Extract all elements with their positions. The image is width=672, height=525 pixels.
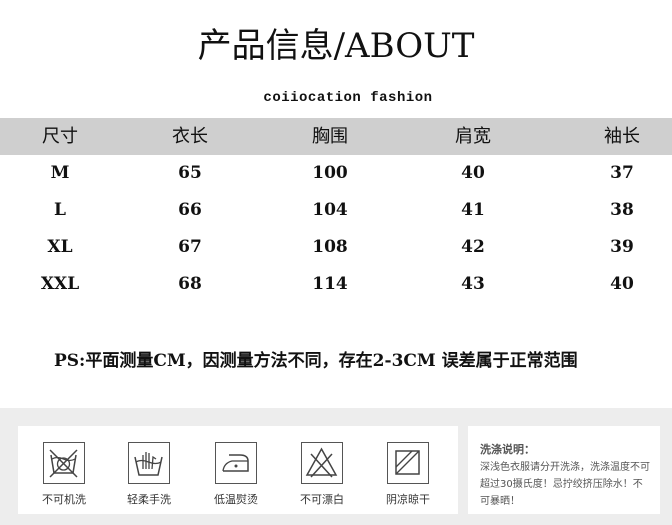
wash-instructions-panel: 洗涤说明： 深浅色衣服请分开洗涤，洗涤温度不可超过30摄氏度！忌拧绞挤压除水！不… [468, 426, 660, 514]
hand-wash-icon [128, 442, 170, 484]
table-header-row: 尺寸 衣长 胸围 肩宽 袖长 [0, 118, 672, 155]
care-item-low-iron: 低温熨烫 [208, 442, 264, 507]
care-label: 低温熨烫 [214, 493, 258, 506]
table-cell: 37 [610, 163, 634, 183]
header-length: 衣长 [172, 126, 208, 147]
wash-instructions-title: 洗涤说明： [480, 443, 535, 456]
care-label: 轻柔手洗 [127, 493, 171, 506]
table-row: M 65 100 40 37 [0, 155, 672, 192]
table-cell: 66 [178, 200, 202, 220]
care-item-hand-wash: 轻柔手洗 [121, 442, 177, 507]
table-cell: XXL [40, 274, 80, 294]
table-cell: 65 [178, 163, 202, 183]
care-item-no-bleach: 不可漂白 [294, 442, 350, 507]
care-item-shade-dry: 阴凉晾干 [380, 442, 436, 507]
table-cell: 39 [610, 237, 634, 257]
table-cell: 43 [461, 274, 485, 294]
header-chest: 胸围 [312, 126, 348, 147]
table-cell: 108 [312, 237, 348, 257]
table-cell: 104 [312, 200, 348, 220]
header-shoulder: 肩宽 [455, 126, 491, 147]
table-cell: 67 [178, 237, 202, 257]
care-label: 不可漂白 [300, 493, 344, 506]
table-cell: 40 [461, 163, 485, 183]
table-cell: L [54, 200, 66, 220]
table-cell: 68 [178, 274, 202, 294]
measurement-note: PS:平面测量CM，因测量方法不同，存在2-3CM 误差属于正常范围 [54, 351, 578, 371]
table-cell: 100 [312, 163, 348, 183]
table-row: XL 67 108 42 39 [0, 229, 672, 266]
table-row: XXL 68 114 43 40 [0, 266, 672, 303]
care-label: 阴凉晾干 [386, 493, 430, 506]
no-bleach-icon [301, 442, 343, 484]
header-size: 尺寸 [42, 126, 78, 147]
size-table: 尺寸 衣长 胸围 肩宽 袖长 M 65 100 40 37 L 66 104 4… [0, 118, 672, 303]
table-cell: 114 [312, 274, 348, 294]
table-cell: 41 [461, 200, 485, 220]
page-title: 产品信息/ABOUT [197, 26, 475, 66]
table-cell: 38 [610, 200, 634, 220]
header-sleeve: 袖长 [604, 126, 640, 147]
low-iron-icon [215, 442, 257, 484]
brand-subtitle: coiiocation fashion [263, 90, 433, 106]
table-cell: 42 [461, 237, 485, 257]
wash-instructions-text: 深浅色衣服请分开洗涤，洗涤温度不可超过30摄氏度！忌拧绞挤压除水！不可暴晒！ [480, 462, 650, 507]
shade-dry-icon [387, 442, 429, 484]
table-cell: 40 [610, 274, 634, 294]
table-cell: M [50, 163, 70, 183]
table-cell: XL [47, 237, 73, 257]
table-row: L 66 104 41 38 [0, 192, 672, 229]
care-label: 不可机洗 [42, 493, 86, 506]
care-item-no-machine-wash: 不可机洗 [36, 442, 92, 507]
no-machine-wash-icon [43, 442, 85, 484]
